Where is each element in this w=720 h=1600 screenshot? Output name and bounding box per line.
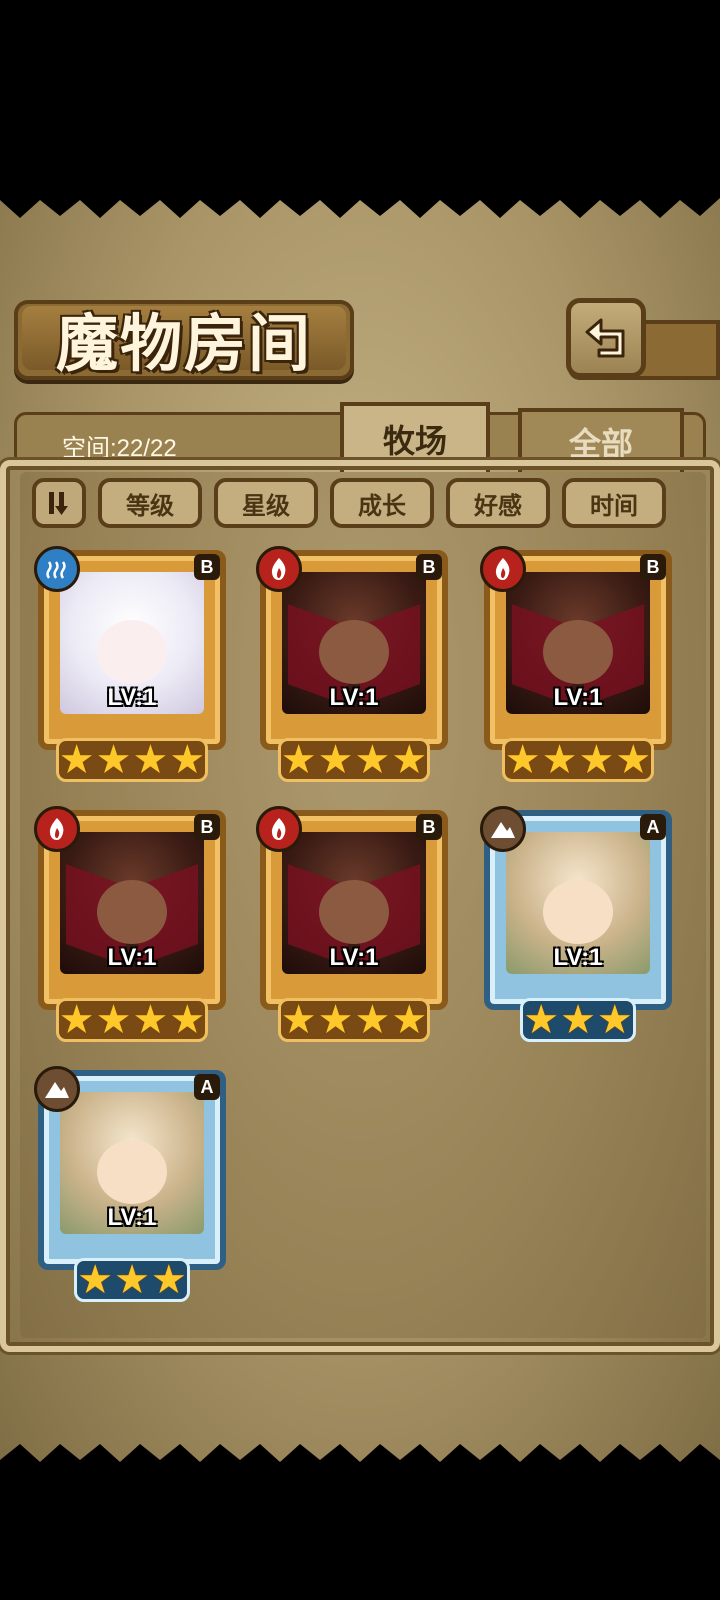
sort-time-button[interactable]: 时间 bbox=[562, 478, 666, 528]
rank-badge: A bbox=[640, 814, 666, 840]
back-arrow-icon bbox=[585, 318, 625, 358]
earth-element-icon bbox=[480, 806, 526, 852]
star-icon: ★ bbox=[280, 997, 317, 1043]
star-icon: ★ bbox=[541, 737, 578, 783]
rank-badge: B bbox=[194, 554, 220, 580]
tab-all-label: 全部 bbox=[568, 425, 633, 463]
monster-level: LV:1 bbox=[553, 944, 603, 971]
sort-star-button[interactable]: 星级 bbox=[214, 478, 318, 528]
star-rating: ★ ★ ★ bbox=[520, 998, 636, 1042]
rank-badge: B bbox=[416, 554, 442, 580]
sort-growth-label: 成长 bbox=[358, 491, 406, 520]
water-element-icon bbox=[34, 546, 80, 592]
sort-level-button[interactable]: 等级 bbox=[98, 478, 202, 528]
monster-card[interactable]: LV:1 B ★ ★ ★ ★ bbox=[480, 546, 676, 782]
monster-level: LV:1 bbox=[329, 944, 379, 971]
star-rating: ★ ★ ★ bbox=[74, 1258, 190, 1302]
star-icon: ★ bbox=[504, 737, 541, 783]
rank-badge: B bbox=[416, 814, 442, 840]
monster-card[interactable]: LV:1 A ★ ★ ★ bbox=[34, 1066, 230, 1302]
star-icon: ★ bbox=[615, 737, 652, 783]
star-icon: ★ bbox=[95, 737, 132, 783]
star-rating: ★ ★ ★ ★ bbox=[56, 998, 208, 1042]
monster-card[interactable]: LV:1 A ★ ★ ★ bbox=[480, 806, 676, 1042]
monster-level: LV:1 bbox=[107, 944, 157, 971]
fire-element-icon bbox=[34, 806, 80, 852]
tab-ranch-label: 牧场 bbox=[382, 422, 447, 460]
star-icon: ★ bbox=[114, 1257, 150, 1303]
star-icon: ★ bbox=[132, 737, 169, 783]
title-plate: 魔物房间 bbox=[14, 300, 354, 380]
monster-card[interactable]: LV:1 B ★ ★ ★ ★ bbox=[256, 806, 452, 1042]
monster-card[interactable]: LV:1 B ★ ★ ★ ★ bbox=[34, 546, 230, 782]
sort-order-button[interactable] bbox=[32, 478, 86, 528]
sort-time-label: 时间 bbox=[590, 491, 638, 520]
star-icon: ★ bbox=[596, 997, 633, 1043]
fire-element-icon bbox=[480, 546, 526, 592]
star-rating: ★ ★ ★ ★ bbox=[278, 738, 430, 782]
star-icon: ★ bbox=[391, 737, 428, 783]
fire-element-icon bbox=[256, 806, 302, 852]
rank-badge: A bbox=[194, 1074, 220, 1100]
sort-star-label: 星级 bbox=[242, 491, 290, 520]
star-icon: ★ bbox=[150, 1257, 187, 1303]
monster-level: LV:1 bbox=[107, 1204, 157, 1231]
torn-edge-bottom bbox=[0, 1444, 720, 1470]
sort-affection-button[interactable]: 好感 bbox=[446, 478, 550, 528]
torn-edge-top bbox=[0, 190, 720, 218]
star-icon: ★ bbox=[169, 997, 206, 1043]
rank-badge: B bbox=[640, 554, 666, 580]
page-title: 魔物房间 bbox=[55, 307, 312, 380]
back-button[interactable] bbox=[566, 298, 646, 378]
star-rating: ★ ★ ★ ★ bbox=[502, 738, 654, 782]
monster-level: LV:1 bbox=[553, 684, 603, 711]
rank-badge: B bbox=[194, 814, 220, 840]
star-icon: ★ bbox=[523, 997, 560, 1043]
star-icon: ★ bbox=[58, 997, 95, 1043]
star-icon: ★ bbox=[560, 997, 596, 1043]
earth-element-icon bbox=[34, 1066, 80, 1112]
star-icon: ★ bbox=[77, 1257, 114, 1303]
star-rating: ★ ★ ★ ★ bbox=[56, 738, 208, 782]
star-icon: ★ bbox=[317, 737, 354, 783]
star-icon: ★ bbox=[317, 997, 354, 1043]
star-icon: ★ bbox=[58, 737, 95, 783]
star-icon: ★ bbox=[169, 737, 206, 783]
sort-affection-label: 好感 bbox=[474, 491, 522, 520]
star-icon: ★ bbox=[354, 737, 391, 783]
sort-growth-button[interactable]: 成长 bbox=[330, 478, 434, 528]
star-icon: ★ bbox=[132, 997, 169, 1043]
fire-element-icon bbox=[256, 546, 302, 592]
star-icon: ★ bbox=[354, 997, 391, 1043]
star-icon: ★ bbox=[95, 997, 132, 1043]
space-counter: 空间:22/22 bbox=[62, 435, 177, 462]
monster-card[interactable]: LV:1 B ★ ★ ★ ★ bbox=[256, 546, 452, 782]
sort-level-label: 等级 bbox=[126, 491, 174, 520]
star-icon: ★ bbox=[391, 997, 428, 1043]
monster-level: LV:1 bbox=[107, 684, 157, 711]
monster-card[interactable]: LV:1 B ★ ★ ★ ★ bbox=[34, 806, 230, 1042]
star-icon: ★ bbox=[578, 737, 615, 783]
star-icon: ★ bbox=[280, 737, 317, 783]
star-rating: ★ ★ ★ ★ bbox=[278, 998, 430, 1042]
monster-level: LV:1 bbox=[329, 684, 379, 711]
sort-order-icon bbox=[49, 492, 68, 515]
